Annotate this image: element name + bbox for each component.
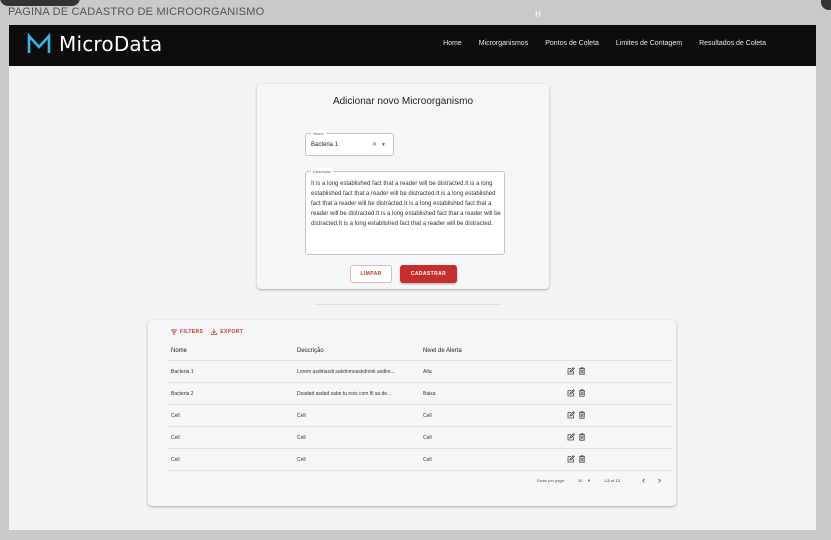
table-row[interactable]: Bacteria 2 Dsadad asdad sabe tu nois com… [168,383,672,405]
export-button[interactable]: EXPORT [211,329,243,335]
cell-nome: Cell [171,413,180,419]
export-icon [211,329,218,335]
nav-resultados-de-coleta[interactable]: Resultados de Coleta [699,40,766,47]
name-field-value: Bacteria 1 [311,142,339,148]
section-divider [315,304,501,305]
delete-icon[interactable] [578,389,586,397]
edit-icon[interactable] [567,411,575,419]
browser-top-strip: PAGINA DE CADASTRO DE MICROORGANISMO H [0,0,831,26]
description-textarea[interactable]: Descrição It is a long established fact … [305,168,505,255]
cell-nivel: Cell [423,457,432,463]
rows-per-page-label: Rows per page: [537,478,566,483]
table-toolbar: FILTERS EXPORT [171,329,243,335]
main-nav: Home Microrganismos Pontos de Coleta Lim… [443,40,766,47]
table-row[interactable]: Bacteria 1 Lorem asdmasdi sakdnmoaskdnmk… [168,361,672,383]
column-header-descricao[interactable]: Descrição [297,348,324,354]
cell-descricao: Lorem asdmasdi sakdnmoaskdnmk asdkn... [297,369,395,375]
filters-button[interactable]: FILTERS [171,329,203,335]
app-bar: MicroData Home Microrganismos Pontos de … [9,25,816,66]
nav-pontos-de-coleta[interactable]: Pontos de Coleta [545,40,599,47]
rows-per-page-chevron-icon[interactable]: ▼ [587,478,591,483]
clear-icon[interactable]: ✕ [372,141,377,148]
clear-button[interactable]: LIMPAR [350,265,392,283]
row-actions [567,455,586,463]
brand-logo[interactable]: MicroData [27,32,162,56]
table-header: Nome Descrição Nivel de Alerta [168,342,672,361]
chevron-down-icon[interactable]: ▼ [381,142,386,148]
page-caption: PAGINA DE CADASTRO DE MICROORGANISMO [8,6,265,18]
edit-icon[interactable] [567,367,575,375]
cell-nome: Cell [171,435,180,441]
corner-tab-right [821,0,831,10]
row-actions [567,433,586,441]
column-header-nome[interactable]: Nome [171,348,187,354]
row-actions [567,411,586,419]
app-window: MicroData Home Microrganismos Pontos de … [9,25,816,530]
form-title: Adicionar novo Microorganismo [332,96,474,107]
filter-icon [171,329,177,335]
edit-icon[interactable] [567,433,575,441]
nav-home[interactable]: Home [443,40,462,47]
cell-descricao: Dsadad asdad sabe tu nois com fil sa de.… [297,391,392,397]
previous-page-icon[interactable]: ‹ [642,475,645,485]
row-actions [567,389,586,397]
cell-descricao: Cell [297,413,306,419]
export-label: EXPORT [220,329,244,335]
cell-nome: Bacteria 2 [171,391,194,397]
rows-per-page-select[interactable]: 10 [578,478,582,483]
delete-icon[interactable] [578,411,586,419]
table-pagination: Rows per page: 10 ▼ 1-5 of 13 ‹ › [168,475,672,487]
cell-nome: Cell [171,457,180,463]
nav-limites-de-contagem[interactable]: Limites de Contagem [616,40,682,47]
add-microorganism-form: Adicionar novo Microorganismo Nome Bacte… [257,84,549,289]
name-select[interactable]: Nome Bacteria 1 ✕ ▼ [305,130,394,156]
table-row[interactable]: Cell Cell Cell [168,449,672,471]
table-body: Bacteria 1 Lorem asdmasdi sakdnmoaskdnmk… [168,361,672,471]
cell-nivel: Baixa [423,391,436,397]
brand-name: MicroData [59,32,163,56]
delete-icon[interactable] [578,433,586,441]
delete-icon[interactable] [578,367,586,375]
submit-button[interactable]: CADASTRAR [400,265,457,283]
microdata-logo-icon [27,33,51,53]
cell-nome: Bacteria 1 [171,369,194,375]
cell-nivel: Cell [423,435,432,441]
description-value: It is a long established fact that a rea… [311,181,501,227]
filters-label: FILTERS [180,329,204,335]
cursor-marker: H [535,10,542,19]
edit-icon[interactable] [567,389,575,397]
delete-icon[interactable] [578,455,586,463]
pagination-range: 1-5 of 13 [604,478,620,483]
microorganism-table-card: FILTERS EXPORT Nome Descrição Nivel de A… [148,320,676,506]
row-actions [567,367,586,375]
description-field-label: Descrição [311,168,333,175]
cell-nivel: Alta [423,369,432,375]
name-field-label: Nome [311,130,326,137]
cell-nivel: Cell [423,413,432,419]
next-page-icon[interactable]: › [658,475,661,485]
cell-descricao: Cell [297,435,306,441]
edit-icon[interactable] [567,455,575,463]
nav-microrganismos[interactable]: Microrganismos [479,40,528,47]
cell-descricao: Cell [297,457,306,463]
column-header-nivel-de-alerta[interactable]: Nivel de Alerta [423,348,462,354]
table-row[interactable]: Cell Cell Cell [168,427,672,449]
table-row[interactable]: Cell Cell Cell [168,405,672,427]
